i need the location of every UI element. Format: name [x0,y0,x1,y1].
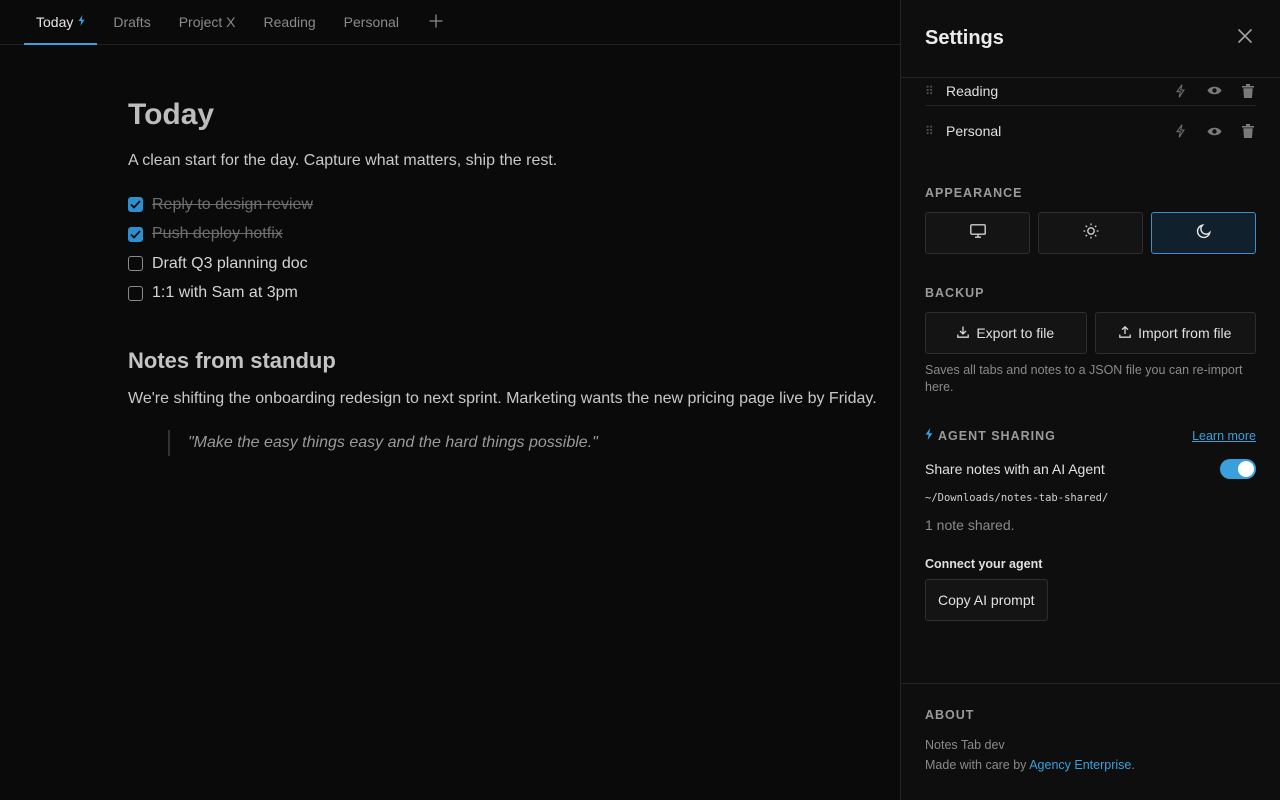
drag-handle-icon[interactable]: ⠿ [925,84,937,98]
theme-light-button[interactable] [1038,212,1143,254]
trash-icon[interactable] [1240,123,1256,139]
import-button[interactable]: Import from file [1094,312,1256,354]
row-actions [1172,123,1256,139]
bolt-icon[interactable] [1172,123,1188,139]
close-settings-button[interactable] [1234,28,1256,50]
row-actions [1172,83,1256,99]
settings-header: Settings [901,0,1280,78]
bolt-icon[interactable] [1172,83,1188,99]
blockquote: "Make the easy things easy and the hard … [168,430,888,456]
tab-settings-row-reading: ⠿ Reading [925,76,1256,106]
checkbox-unchecked[interactable] [128,285,143,301]
todo-text: 1:1 with Sam at 3pm [152,284,298,302]
note-editor[interactable]: Today A clean start for the day. Capture… [128,98,888,456]
agent-sharing-section: AGENT SHARING Learn more Share notes wit… [925,428,1256,621]
credit-suffix: . [1131,758,1135,772]
shared-count: 1 note shared. [925,517,1015,533]
moon-icon [1196,223,1212,244]
app-version: Notes Tab dev [925,738,1005,752]
agent-sharing-title: AGENT SHARING [938,428,1056,443]
notes-app: Today Drafts Project X Reading Personal … [0,0,1280,800]
todo-item: Push deploy hotfix [128,220,888,250]
tab-label: Today [36,14,74,30]
tab-today[interactable]: Today [24,0,98,45]
share-toggle-row: Share notes with an AI Agent [925,459,1256,479]
plus-icon [429,11,443,34]
add-tab-button[interactable] [415,0,457,44]
theme-system-button[interactable] [925,212,1030,254]
settings-panel: Settings ⠿ Reading ⠿ Personal APPEARANCE… [900,0,1280,800]
eye-icon[interactable] [1206,83,1222,99]
toggle-knob [1238,461,1254,477]
trash-icon[interactable] [1240,83,1256,99]
download-icon [957,325,970,341]
close-icon [1237,28,1253,49]
todo-item: Draft Q3 planning doc [128,249,888,279]
tab-label: Reading [263,14,316,30]
todo-item: Reply to design review [128,190,888,220]
export-button[interactable]: Export to file [925,312,1087,354]
about-label: ABOUT [925,708,975,722]
checkbox-checked[interactable] [128,197,143,213]
settings-body: ⠿ Reading ⠿ Personal APPEARANCE BACKUP E… [901,76,1280,621]
share-toggle[interactable] [1220,459,1256,479]
tab-personal[interactable]: Personal [332,0,411,44]
tab-reading[interactable]: Reading [252,0,328,44]
todo-text: Draft Q3 planning doc [152,254,308,272]
tab-settings-list: ⠿ Reading ⠿ Personal [925,76,1256,156]
tab-project-x[interactable]: Project X [167,0,248,44]
export-label: Export to file [976,325,1055,341]
tab-drafts[interactable]: Drafts [101,0,162,44]
import-label: Import from file [1138,325,1232,341]
credit-prefix: Made with care by [925,758,1030,772]
monitor-icon [969,223,986,243]
checkbox-checked[interactable] [128,226,143,242]
about-section: ABOUT Notes Tab dev Made with care by Ag… [901,683,1280,772]
todo-text: Reply to design review [152,195,313,213]
tab-settings-row-personal: ⠿ Personal [925,106,1256,156]
backup-section: BACKUP Export to file Import from file S… [925,286,1256,396]
drag-handle-icon[interactable]: ⠿ [925,124,937,138]
checkbox-unchecked[interactable] [128,256,143,272]
tab-label: Personal [343,14,399,30]
theme-dark-button[interactable] [1151,212,1256,254]
tab-row-name: Personal [946,123,1002,139]
credit-line: Made with care by Agency Enterprise. [925,758,1256,772]
bolt-icon [78,15,85,29]
todo-item: 1:1 with Sam at 3pm [128,279,888,309]
backup-label: BACKUP [925,286,985,300]
tab-bar: Today Drafts Project X Reading Personal [0,0,900,45]
settings-title: Settings [925,27,1004,49]
todo-text: Push deploy hotfix [152,225,283,243]
agency-link[interactable]: Agency Enterprise [1029,758,1131,772]
eye-icon[interactable] [1206,123,1222,139]
agent-sharing-header: AGENT SHARING Learn more [925,428,1256,443]
theme-selector [925,212,1256,254]
note-title: Today [128,98,215,131]
todo-list: Reply to design review Push deploy hotfi… [128,190,888,308]
learn-more-link[interactable]: Learn more [1192,429,1256,443]
connect-agent-label: Connect your agent [925,557,1043,571]
sun-icon [1083,223,1099,244]
shared-folder-path: ~/Downloads/notes-tab-shared/ [925,492,1109,504]
bolt-icon [925,428,933,443]
section-heading: Notes from standup [128,348,336,373]
tab-row-name: Reading [946,82,999,99]
appearance-label: APPEARANCE [925,186,1023,200]
upload-icon [1119,325,1131,341]
backup-hint: Saves all tabs and notes to a JSON file … [925,363,1243,394]
agent-sharing-label: AGENT SHARING [925,428,1056,443]
share-toggle-label: Share notes with an AI Agent [925,461,1105,477]
backup-buttons: Export to file Import from file [925,312,1256,354]
note-paragraph: We're shifting the onboarding redesign t… [128,390,877,407]
copy-ai-prompt-button[interactable]: Copy AI prompt [925,579,1048,621]
appearance-section: APPEARANCE [925,186,1256,254]
tab-label: Drafts [113,14,151,30]
tab-label: Project X [178,14,236,30]
note-intro: A clean start for the day. Capture what … [128,152,558,169]
